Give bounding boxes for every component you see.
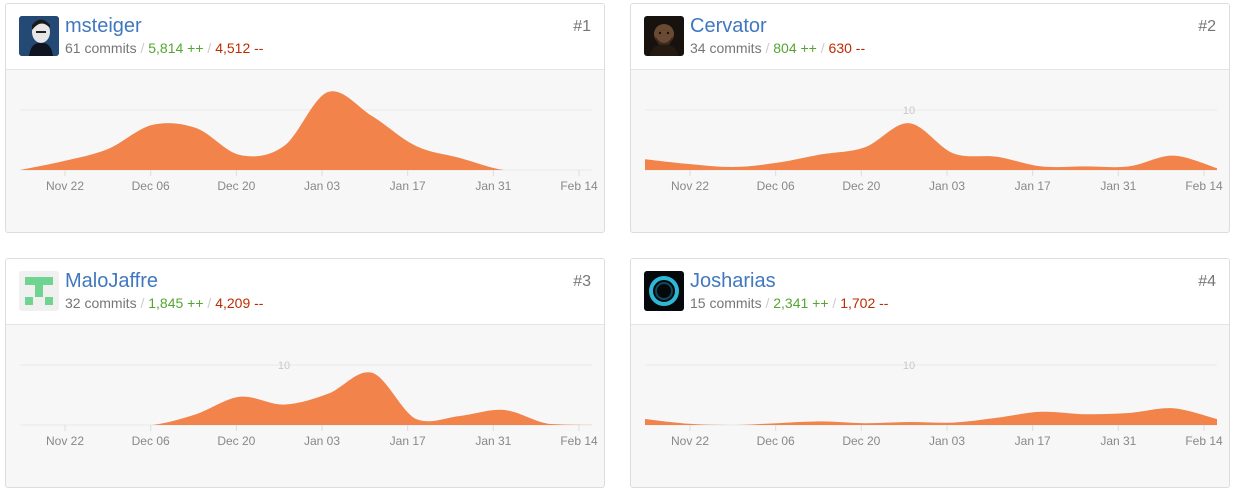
card-header: msteiger #1 61 commits / 5,814 ++ / 4,51… [6, 4, 604, 70]
additions-count: 1,845 ++ [148, 295, 204, 311]
card-header: Josharias #4 15 commits / 2,341 ++ / 1,7… [631, 259, 1229, 325]
contributor-card-3: MaloJaffre #3 32 commits / 1,845 ++ / 4,… [5, 258, 605, 488]
username-link[interactable]: MaloJaffre [65, 270, 158, 292]
x-tick-label: Dec 20 [217, 179, 255, 193]
rank-label: #2 [1198, 18, 1216, 35]
x-tick-label: Jan 31 [1100, 179, 1136, 193]
portrait-avatar-icon[interactable] [19, 16, 59, 56]
username-link[interactable]: msteiger [65, 15, 142, 37]
commit-stats: 32 commits / 1,845 ++ / 4,209 -- [65, 295, 263, 312]
x-tick-label: Dec 06 [757, 179, 795, 193]
commits-link[interactable]: 34 commits [690, 40, 762, 56]
x-tick-label: Dec 20 [217, 434, 255, 448]
x-tick-label: Dec 06 [757, 434, 795, 448]
additions-count: 5,814 ++ [148, 40, 204, 56]
contributor-card-2: Cervator #2 34 commits / 804 ++ / 630 --… [630, 3, 1230, 233]
x-tick-label: Feb 14 [560, 179, 598, 193]
contribution-graph: 10 Nov 22 Dec 06 Dec 20 Jan 03 Jan 17 Jan 31 Fe… [645, 360, 1223, 448]
x-tick-label: Jan 17 [1015, 434, 1051, 448]
y-tick-label: 10 [903, 360, 915, 372]
contribution-area [645, 123, 1217, 170]
x-tick-label: Dec 20 [842, 179, 880, 193]
separator: / [820, 40, 829, 56]
y-tick-label: 10 [278, 360, 290, 372]
deletions-count: 4,512 -- [215, 40, 264, 56]
commits-link[interactable]: 61 commits [65, 40, 137, 56]
contribution-area [645, 408, 1217, 425]
x-tick-label: Jan 31 [475, 179, 511, 193]
x-tick-label: Jan 03 [929, 179, 965, 193]
contributor-card-4: Josharias #4 15 commits / 2,341 ++ / 1,7… [630, 258, 1230, 488]
commits-link[interactable]: 15 commits [690, 295, 762, 311]
y-tick-label: 10 [903, 105, 915, 117]
additions-count: 804 ++ [773, 40, 817, 56]
x-tick-label: Dec 06 [132, 179, 170, 193]
x-tick-label: Jan 17 [1015, 179, 1051, 193]
contribution-area [20, 372, 592, 425]
contribution-area [20, 91, 592, 170]
x-tick-label: Dec 06 [132, 434, 170, 448]
identicon-avatar-icon[interactable] [19, 271, 59, 311]
x-tick-label: Nov 22 [46, 179, 84, 193]
x-tick-label: Nov 22 [671, 179, 709, 193]
commit-stats: 34 commits / 804 ++ / 630 -- [690, 40, 865, 57]
x-tick-label: Jan 31 [1100, 434, 1136, 448]
portrait-avatar-icon[interactable] [644, 16, 684, 56]
x-tick-label: Jan 17 [390, 434, 426, 448]
rank-label: #4 [1198, 273, 1216, 290]
x-tick-label: Feb 14 [1185, 434, 1223, 448]
contribution-graph: 10 Nov 22 Dec 06 Dec 20 Jan 03 Jan 17 Jan 31 Fe… [20, 360, 598, 448]
x-tick-label: Dec 20 [842, 434, 880, 448]
rank-label: #1 [573, 18, 591, 35]
additions-count: 2,341 ++ [773, 295, 829, 311]
x-tick-label: Feb 14 [560, 434, 598, 448]
deletions-count: 630 -- [828, 40, 866, 56]
contributor-card-1: msteiger #1 61 commits / 5,814 ++ / 4,51… [5, 3, 605, 233]
deletions-count: 4,209 -- [215, 295, 264, 311]
x-tick-label: Jan 03 [304, 179, 340, 193]
contribution-graph: 10 Nov 22 Dec 06 Dec 20 Jan 03 Jan 17 Jan 31 Fe… [645, 105, 1223, 193]
x-tick-label: Jan 03 [304, 434, 340, 448]
contribution-graph: Nov 22 Dec 06 Dec 20 Jan 03 Jan 17 Jan 31 Feb … [20, 91, 598, 193]
deletions-count: 1,702 -- [840, 295, 889, 311]
ring-avatar-icon[interactable] [644, 271, 684, 311]
commit-stats: 61 commits / 5,814 ++ / 4,512 -- [65, 40, 263, 57]
x-tick-label: Jan 17 [390, 179, 426, 193]
username-link[interactable]: Josharias [690, 270, 776, 292]
x-tick-label: Feb 14 [1185, 179, 1223, 193]
card-header: Cervator #2 34 commits / 804 ++ / 630 -- [631, 4, 1229, 70]
commits-link[interactable]: 32 commits [65, 295, 137, 311]
commit-stats: 15 commits / 2,341 ++ / 1,702 -- [690, 295, 888, 312]
username-link[interactable]: Cervator [690, 15, 767, 37]
x-tick-label: Nov 22 [46, 434, 84, 448]
rank-label: #3 [573, 273, 591, 290]
x-tick-label: Jan 31 [475, 434, 511, 448]
card-header: MaloJaffre #3 32 commits / 1,845 ++ / 4,… [6, 259, 604, 325]
x-tick-label: Jan 03 [929, 434, 965, 448]
x-tick-label: Nov 22 [671, 434, 709, 448]
